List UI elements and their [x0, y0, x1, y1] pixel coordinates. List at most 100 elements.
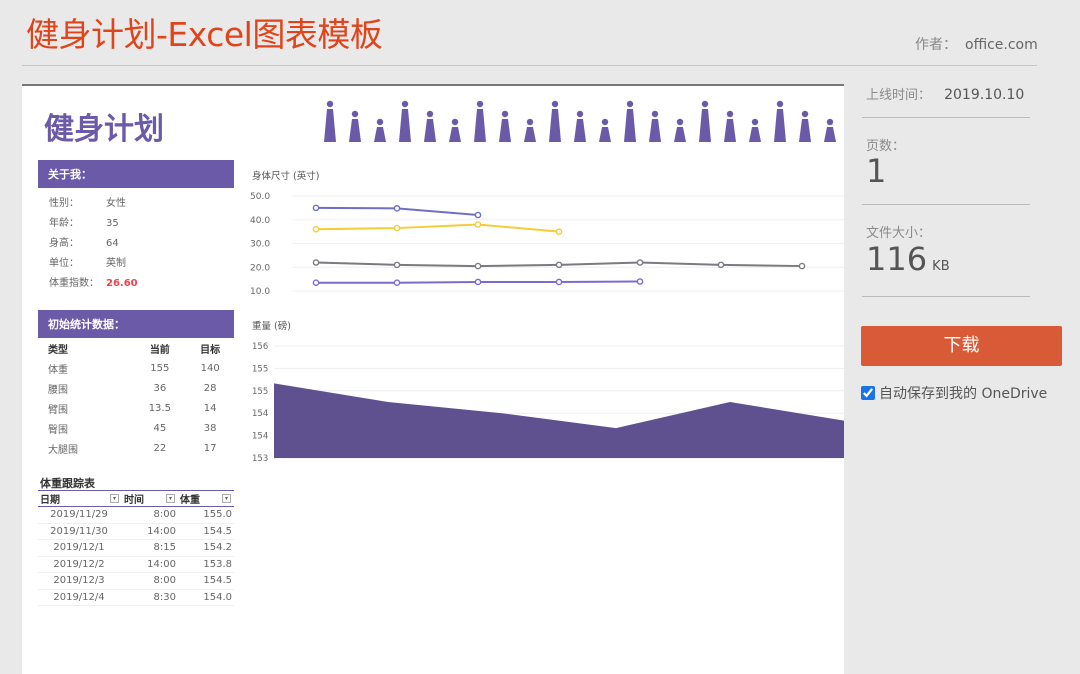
y-tick-label: 40.0 [250, 216, 270, 226]
about-row: 性别： 女性 [49, 194, 126, 209]
exercise-figure-head [576, 110, 584, 118]
page-title: 健身计划-Excel图表模板 [26, 15, 383, 54]
tracker-col-weight: 体重 ▾ [178, 490, 234, 507]
data-point [312, 225, 320, 233]
exercise-figure-head [451, 118, 459, 126]
sheet-title: 健身计划 [44, 112, 164, 147]
tracker-cell[interactable]: 2019/12/4 [38, 589, 122, 606]
exercise-figure-body [674, 127, 686, 142]
download-button[interactable]: 下载 [861, 326, 1062, 366]
exercise-figure-body [724, 119, 736, 142]
tracker-cell[interactable]: 153.8 [178, 556, 234, 573]
exercise-figure-body [799, 119, 811, 142]
tracker-row[interactable]: 2019/12/2 14:00 153.8 [38, 556, 234, 573]
size-unit: KB [932, 259, 950, 274]
tracker-cell[interactable]: 154.5 [178, 523, 234, 540]
data-point [474, 211, 482, 219]
stats-row: 臀围 45 38 [38, 418, 234, 438]
tracker-row[interactable]: 2019/12/3 8:00 154.5 [38, 572, 234, 590]
tracker-cell[interactable]: 8:00 [122, 506, 178, 524]
filter-dropdown-icon[interactable]: ▾ [222, 494, 231, 503]
data-point [798, 262, 806, 270]
exercise-figure-head [701, 100, 709, 108]
size-label: 文件大小： [866, 226, 932, 241]
autosave-checkbox[interactable] [861, 386, 875, 400]
tracker-cell[interactable]: 154.5 [178, 572, 234, 590]
exercise-figure-body [749, 127, 761, 142]
data-point [555, 278, 563, 286]
weight-area-chart: 156 155 155 154 154 153 [252, 342, 844, 464]
tracker-cell[interactable]: 8:15 [122, 539, 178, 557]
about-value: 26.60 [106, 278, 138, 289]
stats-cell: 臂围 [48, 404, 68, 416]
publish-date: 2019.10.10 [944, 87, 1025, 103]
about-key: 性别： [49, 198, 79, 209]
exercise-figure-body [649, 119, 661, 142]
stats-cell: 38 [203, 422, 217, 434]
autosave-option[interactable]: 自动保存到我的 OneDrive [861, 383, 1047, 403]
tracker-cell[interactable]: 14:00 [122, 523, 178, 540]
publish-label: 上线时间： [866, 88, 932, 103]
size-block: 文件大小： 116 KB [866, 222, 950, 285]
exercise-figure-body [824, 127, 836, 142]
stats-row: 臂围 13.5 14 [38, 398, 234, 418]
about-value: 女性 [106, 198, 126, 209]
template-preview: 健身计划 关于我： 性别： 女性 年龄： 35 身高： 64 单位： 英制 体重指数： 26.60… [22, 84, 844, 674]
tracker-row[interactable]: 2019/12/1 8:15 154.2 [38, 539, 234, 557]
tracker-cell[interactable]: 154.0 [178, 589, 234, 606]
exercise-figure-body [549, 109, 561, 142]
about-key: 身高： [49, 238, 79, 249]
about-row: 单位： 英制 [49, 254, 126, 269]
about-key: 单位： [49, 258, 79, 269]
y-tick-label: 154 [252, 432, 268, 442]
exercise-figure-body [374, 127, 386, 142]
about-row: 年龄： 35 [49, 214, 119, 229]
y-tick-label: 153 [252, 454, 268, 464]
size-value: 116 [866, 240, 928, 278]
exercise-figure-body [774, 109, 786, 142]
exercise-figure-head [626, 100, 634, 108]
tracker-cell[interactable]: 14:00 [122, 556, 178, 573]
stats-row: 腰围 36 28 [38, 378, 234, 398]
tracker-row[interactable]: 2019/11/29 8:00 155.0 [38, 506, 234, 524]
measurements-chart-title: 身体尺寸 (英寸) [252, 171, 320, 182]
tracker-cell[interactable]: 154.2 [178, 539, 234, 557]
filter-dropdown-icon[interactable]: ▾ [166, 494, 175, 503]
data-point [717, 261, 725, 269]
stats-heading: 初始统计数据： [38, 310, 234, 338]
exercise-figure-head [751, 118, 759, 126]
exercise-figure-head [776, 100, 784, 108]
tracker-cell[interactable]: 2019/12/2 [38, 556, 122, 573]
stats-cell: 17 [203, 442, 217, 454]
y-tick-label: 10.0 [250, 287, 270, 297]
tracker-cell[interactable]: 2019/11/30 [38, 523, 122, 540]
tracker-cell[interactable]: 155.0 [178, 506, 234, 524]
measurements-line-chart: 50.0 40.0 30.0 20.0 10.0 [250, 192, 844, 297]
autosave-label: 自动保存到我的 OneDrive [879, 386, 1048, 402]
exercise-figure-head [376, 118, 384, 126]
exercise-figure-body [424, 119, 436, 142]
tracker-row[interactable]: 2019/11/30 14:00 154.5 [38, 523, 234, 540]
data-point [393, 279, 401, 286]
tracker-cell[interactable]: 2019/11/29 [38, 506, 122, 524]
tracker-cell[interactable]: 2019/12/1 [38, 539, 122, 557]
y-tick-label: 155 [252, 387, 268, 397]
tracker-table: 日期 ▾ 时间 ▾ 体重 ▾ 2019/11/29 8:00 155.0 2019/11/3… [38, 490, 234, 606]
weight-chart-title: 重量 (磅) [252, 321, 291, 332]
tracker-cell[interactable]: 8:30 [122, 589, 178, 606]
y-tick-label: 20.0 [250, 263, 270, 273]
stats-cell: 28 [203, 382, 217, 394]
filter-dropdown-icon[interactable]: ▾ [110, 494, 119, 503]
exercise-figure-body [399, 109, 411, 142]
exercise-figure-head [726, 110, 734, 118]
stats-row: 大腿围 22 17 [38, 438, 234, 458]
tracker-col-date: 日期 ▾ [38, 490, 122, 507]
tracker-cell[interactable]: 2019/12/3 [38, 572, 122, 590]
sidebar-divider [862, 296, 1030, 297]
tracker-row[interactable]: 2019/12/4 8:30 154.0 [38, 589, 234, 606]
data-point [393, 261, 401, 269]
data-point [312, 204, 320, 212]
data-point [555, 261, 563, 269]
tracker-cell[interactable]: 8:00 [122, 572, 178, 590]
stats-cell: 155 [150, 362, 170, 374]
